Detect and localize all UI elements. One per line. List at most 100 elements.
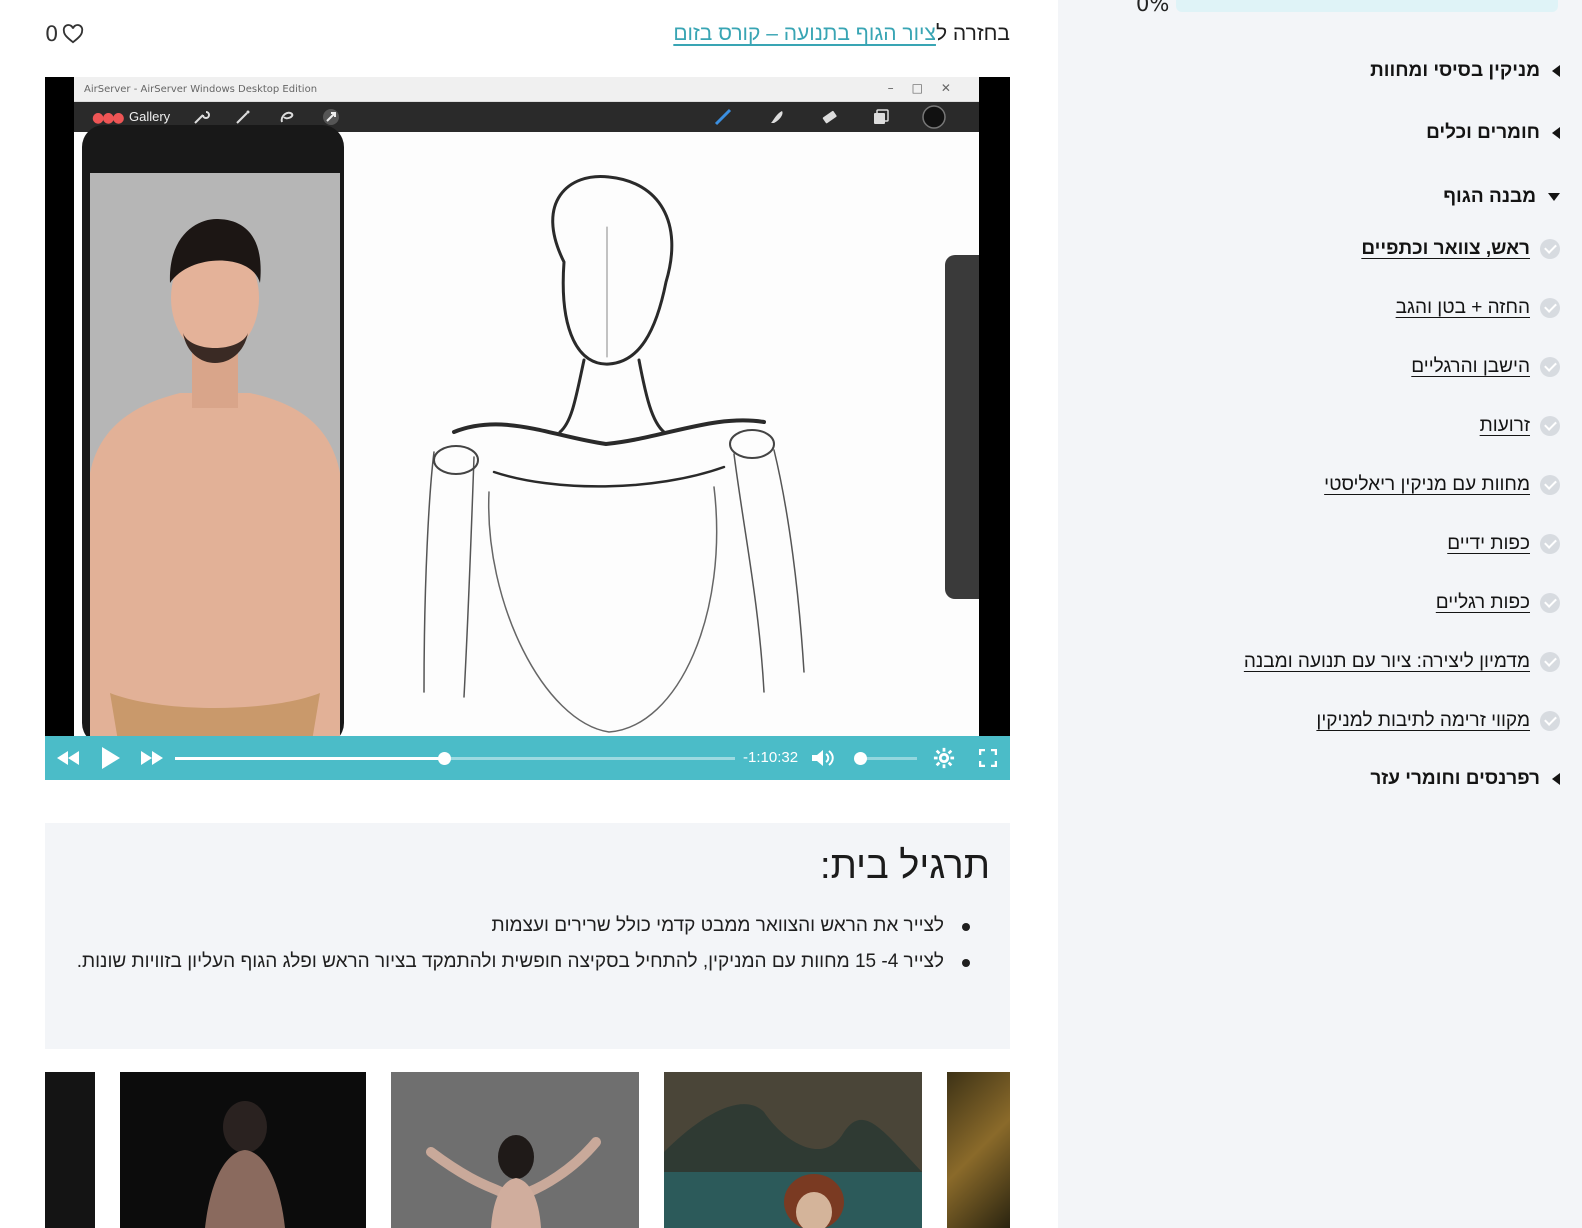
airserver-titlebar: AirServer - AirServer Windows Desktop Ed… <box>74 77 979 102</box>
more-dots-icon: ●●● <box>92 110 125 126</box>
lesson-feet[interactable]: כפות רגליים <box>1436 592 1560 614</box>
check-circle-icon <box>1540 711 1560 731</box>
lesson-label: כפות רגליים <box>1435 592 1530 613</box>
lesson-label: הישבן והרגליים <box>1411 356 1530 377</box>
time-remaining: -1:10:32 <box>743 749 799 766</box>
gear-icon <box>933 747 955 769</box>
heart-icon <box>63 24 84 44</box>
sketch-canvas <box>423 174 805 733</box>
check-circle-icon <box>1540 475 1560 495</box>
brush-icon <box>714 108 732 126</box>
caret-icon <box>1552 127 1560 139</box>
seek-handle[interactable] <box>437 752 451 765</box>
gallery-label: Gallery <box>129 109 171 124</box>
lesson-buttocks-legs[interactable]: הישבן והרגליים <box>1411 356 1560 378</box>
lesson-label: זרועות <box>1479 415 1530 436</box>
homework-item: לצייר את הראש והצוואר ממבט קדמי כולל שרי… <box>65 908 970 944</box>
volume-icon <box>812 750 834 766</box>
gallery-image[interactable] <box>120 1072 366 1228</box>
video-controls: -1:10:32 <box>45 736 1010 780</box>
lesson-flow-lines-boxes[interactable]: מקווי זרימה לתיבות למניקין <box>1316 710 1560 732</box>
lesson-label: מדמיון ליצירה: ציור עם תנועה ומבנה <box>1243 651 1530 672</box>
eraser-icon <box>822 110 837 124</box>
breadcrumb: בחזרה לציור הגוף בתנועה – קורס בזום <box>673 22 1010 46</box>
smudge-icon <box>771 111 783 123</box>
section-basic-mannequin[interactable]: מניקין בסיסי ומחוות <box>1370 60 1560 82</box>
rewind-button[interactable] <box>53 736 83 780</box>
course-sidebar: 0% מניקין בסיסי ומחוות חומרים וכלים מבנה… <box>1058 0 1582 1228</box>
back-to-course-link[interactable]: ציור הגוף בתנועה – קורס בזום <box>673 22 936 45</box>
layers-icon <box>874 109 889 124</box>
play-button[interactable] <box>95 736 125 780</box>
caret-icon <box>1552 773 1560 785</box>
section-body-structure[interactable]: מבנה הגוף <box>1443 186 1560 208</box>
forward-button[interactable] <box>137 736 167 780</box>
lesson-chest-belly-back[interactable]: החזה + בטן והגב <box>1396 297 1560 319</box>
caret-down-icon <box>1548 193 1560 201</box>
gallery-image[interactable] <box>664 1072 922 1228</box>
volume-handle[interactable] <box>854 752 867 765</box>
window-controls-icon: –□✕ <box>887 81 969 95</box>
lesson-label: החזה + בטן והגב <box>1395 297 1530 318</box>
fast-forward-icon <box>141 751 163 765</box>
lesson-arms[interactable]: זרועות <box>1480 415 1560 437</box>
reference-photo <box>90 173 340 753</box>
check-circle-icon <box>1540 298 1560 318</box>
fullscreen-icon <box>979 749 997 767</box>
section-label: רפרנסים וחומרי עזר <box>1370 768 1540 789</box>
gallery-image[interactable] <box>45 1072 95 1228</box>
dancer-image <box>426 1135 601 1228</box>
lesson-head-neck-shoulders[interactable]: ראש, צוואר וכתפיים <box>1361 238 1560 260</box>
like-count: 0 <box>45 22 59 46</box>
check-circle-icon <box>1540 534 1560 554</box>
lesson-label: כפות ידיים <box>1447 533 1530 554</box>
gallery-image[interactable] <box>947 1072 1010 1228</box>
video-frame: AirServer - AirServer Windows Desktop Ed… <box>74 77 979 753</box>
section-references[interactable]: רפרנסים וחומרי עזר <box>1370 768 1560 790</box>
color-swatch-icon <box>922 105 946 129</box>
check-circle-icon <box>1540 416 1560 436</box>
section-label: מבנה הגוף <box>1443 186 1536 207</box>
lesson-imagination-to-creation[interactable]: מדמיון ליצירה: ציור עם תנועה ומבנה <box>1244 651 1560 673</box>
section-label: חומרים וכלים <box>1426 122 1540 143</box>
progress-bar <box>1176 0 1558 12</box>
fullscreen-button[interactable] <box>973 736 1003 780</box>
brush-size-panel <box>945 255 979 599</box>
settings-button[interactable] <box>929 736 959 780</box>
homework-box: תרגיל בית: לצייר את הראש והצוואר ממבט קד… <box>45 823 1010 1049</box>
lesson-label: ראש, צוואר וכתפיים <box>1361 238 1530 259</box>
gallery-image[interactable] <box>391 1072 639 1228</box>
lesson-header: 0 בחזרה לציור הגוף בתנועה – קורס בזום <box>45 22 1010 52</box>
check-circle-icon <box>1540 239 1560 259</box>
mute-button[interactable] <box>809 736 839 780</box>
wrench-icon <box>194 111 210 124</box>
painting-image <box>664 1072 922 1228</box>
transform-arrow-icon <box>323 109 339 125</box>
progress-percent: 0% <box>1136 0 1170 16</box>
magic-wand-icon <box>236 110 250 124</box>
homework-list: לצייר את הראש והצוואר ממבט קדמי כולל שרי… <box>65 908 990 980</box>
model-figure <box>90 173 340 753</box>
lesson-label: מחוות עם מניקין ריאליסטי <box>1324 474 1530 495</box>
back-prefix: בחזרה ל <box>935 22 1010 45</box>
window-title: AirServer - AirServer Windows Desktop Ed… <box>84 84 318 95</box>
course-progress: 0% <box>1058 0 1582 18</box>
video-player[interactable]: AirServer - AirServer Windows Desktop Ed… <box>45 77 1010 780</box>
homework-title: תרגיל בית: <box>820 845 990 887</box>
check-circle-icon <box>1540 593 1560 613</box>
section-materials-tools[interactable]: חומרים וכלים <box>1426 122 1560 144</box>
back-figure-image <box>205 1101 285 1228</box>
lesson-hands[interactable]: כפות ידיים <box>1447 533 1560 555</box>
homework-item: לצייר 4- 15 מחוות עם המניקין, להתחיל בסק… <box>65 944 970 980</box>
play-icon <box>102 747 120 769</box>
lesson-label: מקווי זרימה לתיבות למניקין <box>1316 710 1530 731</box>
reference-gallery <box>45 1072 1010 1228</box>
rewind-icon <box>57 751 79 765</box>
lesson-realistic-mannequin-gestures[interactable]: מחוות עם מניקין ריאליסטי <box>1324 474 1560 496</box>
selection-icon <box>280 111 294 123</box>
seek-bar[interactable] <box>175 752 735 765</box>
like-button[interactable]: 0 <box>45 22 84 46</box>
volume-slider[interactable] <box>854 752 917 765</box>
section-label: מניקין בסיסי ומחוות <box>1370 60 1540 81</box>
caret-icon <box>1552 65 1560 77</box>
